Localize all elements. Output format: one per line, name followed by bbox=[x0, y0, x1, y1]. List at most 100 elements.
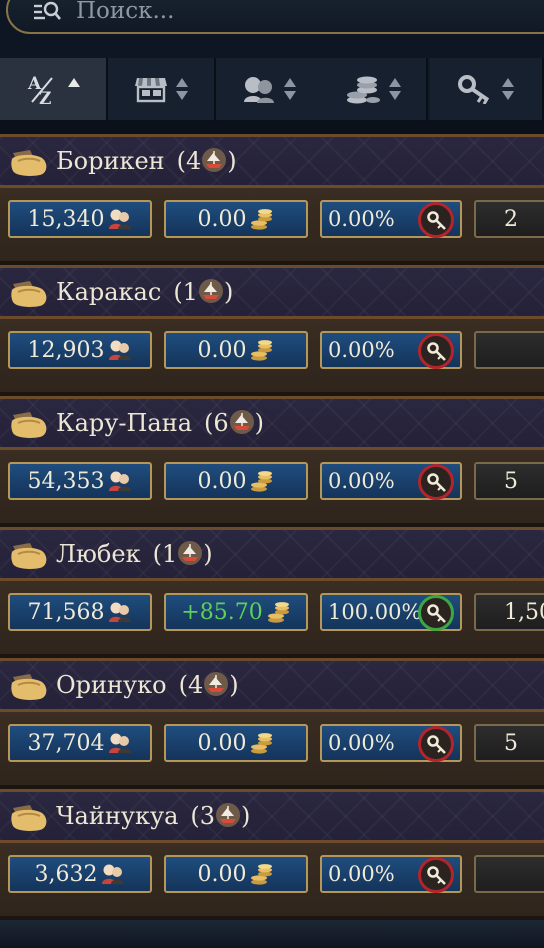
population-field[interactable]: 15,340 bbox=[8, 200, 152, 238]
people-icon bbox=[109, 471, 132, 491]
ship-icon bbox=[229, 410, 254, 434]
search-input[interactable]: Поиск... bbox=[76, 0, 174, 24]
sort-by-market-button[interactable] bbox=[108, 58, 216, 120]
colony-name: Каракас bbox=[56, 278, 162, 306]
share-value: 0.00% bbox=[328, 731, 395, 755]
colony-entry[interactable]: Каракас (1 ) 12,903 0.00 0.00% bbox=[0, 265, 544, 396]
share-field[interactable]: 0.00% bbox=[320, 200, 462, 238]
coins-icon bbox=[251, 340, 273, 361]
ship-count-close: ) bbox=[254, 409, 265, 437]
key-icon bbox=[458, 75, 490, 104]
ship-icon bbox=[198, 279, 223, 303]
population-field[interactable]: 3,632 bbox=[8, 855, 152, 893]
income-value: 0.00 bbox=[197, 730, 247, 756]
coins-icon bbox=[251, 209, 273, 230]
extra-value: 5 bbox=[504, 730, 518, 756]
ship-count: (4 bbox=[176, 147, 202, 175]
population-value: 37,704 bbox=[27, 730, 105, 756]
ship-count: (4 bbox=[178, 671, 204, 699]
extra-field[interactable] bbox=[474, 855, 544, 893]
population-field[interactable]: 54,353 bbox=[8, 462, 152, 500]
colony-entry[interactable]: Кару-Пана (6 ) 54,353 0.00 0.00% 5 bbox=[0, 396, 544, 527]
colony-header[interactable]: Борикен (4 ) bbox=[0, 134, 544, 188]
ship-count-close: ) bbox=[223, 278, 234, 306]
sort-by-name-button[interactable]: A Z bbox=[0, 58, 108, 120]
ship-icon bbox=[204, 672, 229, 696]
sort-direction-icon bbox=[176, 78, 188, 100]
share-field[interactable]: 0.00% bbox=[320, 855, 462, 893]
colony-header[interactable]: Оринуко (4 ) bbox=[0, 658, 544, 712]
access-key-badge[interactable] bbox=[418, 857, 454, 893]
colony-list: Борикен (4 ) 15,340 0.00 0.00% 2 Каракас… bbox=[0, 134, 544, 920]
extra-field[interactable]: 5 bbox=[474, 462, 544, 500]
colony-entry[interactable]: Чайнукуа (3 ) 3,632 0.00 0.00% bbox=[0, 789, 544, 920]
colony-entry[interactable]: Оринуко (4 ) 37,704 0.00 0.00% 5 bbox=[0, 658, 544, 789]
access-key-badge[interactable] bbox=[418, 464, 454, 500]
colony-entry[interactable]: Борикен (4 ) 15,340 0.00 0.00% 2 bbox=[0, 134, 544, 265]
population-field[interactable]: 71,568 bbox=[8, 593, 152, 631]
search-bar[interactable]: Поиск... bbox=[6, 0, 544, 34]
share-value: 0.00% bbox=[328, 469, 395, 493]
colony-header[interactable]: Любек (1 ) bbox=[0, 527, 544, 581]
cargo-bag-icon bbox=[11, 150, 47, 176]
extra-field[interactable] bbox=[474, 331, 544, 369]
population-field[interactable]: 37,704 bbox=[8, 724, 152, 762]
access-key-badge[interactable] bbox=[418, 726, 454, 762]
colony-entry[interactable]: Любек (1 ) 71,568 +85.70 100.00% 1,5 bbox=[0, 527, 544, 658]
colony-header[interactable]: Кару-Пана (6 ) bbox=[0, 396, 544, 450]
colony-name: Чайнукуа bbox=[56, 802, 179, 830]
access-key-badge[interactable] bbox=[418, 202, 454, 238]
alpha-sort-icon: A Z bbox=[27, 74, 53, 106]
ship-count: (1 bbox=[152, 540, 178, 568]
income-field[interactable]: 0.00 bbox=[164, 855, 308, 893]
income-field[interactable]: 0.00 bbox=[164, 331, 308, 369]
income-value: 0.00 bbox=[197, 861, 247, 887]
share-field[interactable]: 0.00% bbox=[320, 331, 462, 369]
people-icon bbox=[109, 602, 132, 622]
sort-by-population-button[interactable] bbox=[216, 58, 324, 120]
sort-by-access-button[interactable] bbox=[430, 58, 544, 120]
sort-by-money-button[interactable] bbox=[320, 58, 428, 120]
income-field[interactable]: +85.70 bbox=[164, 593, 308, 631]
sort-bar: A Z bbox=[0, 58, 544, 120]
cargo-bag-icon bbox=[11, 543, 47, 569]
income-value: 0.00 bbox=[197, 337, 247, 363]
share-value: 100.00% bbox=[328, 600, 422, 624]
sort-direction-icon bbox=[389, 78, 401, 100]
list-footer bbox=[0, 920, 544, 948]
ship-count-close: ) bbox=[227, 147, 237, 175]
cargo-bag-icon bbox=[11, 281, 47, 307]
extra-field[interactable]: 2 bbox=[474, 200, 544, 238]
coins-icon bbox=[251, 864, 273, 885]
key-icon bbox=[427, 473, 446, 492]
sort-direction-icon bbox=[284, 78, 296, 100]
share-field[interactable]: 0.00% bbox=[320, 724, 462, 762]
ship-count: (6 bbox=[204, 409, 229, 437]
access-key-badge[interactable] bbox=[418, 333, 454, 369]
population-value: 3,632 bbox=[34, 861, 98, 887]
income-field[interactable]: 0.00 bbox=[164, 724, 308, 762]
population-value: 15,340 bbox=[27, 206, 105, 232]
access-key-badge[interactable] bbox=[418, 595, 454, 631]
colony-header[interactable]: Чайнукуа (3 ) bbox=[0, 789, 544, 843]
extra-field[interactable]: 5 bbox=[474, 724, 544, 762]
income-field[interactable]: 0.00 bbox=[164, 462, 308, 500]
key-icon bbox=[427, 735, 446, 754]
income-field[interactable]: 0.00 bbox=[164, 200, 308, 238]
share-field[interactable]: 100.00% bbox=[320, 593, 462, 631]
population-field[interactable]: 12,903 bbox=[8, 331, 152, 369]
people-icon bbox=[109, 340, 132, 360]
income-value: 0.00 bbox=[197, 206, 247, 232]
population-value: 71,568 bbox=[27, 599, 105, 625]
share-field[interactable]: 0.00% bbox=[320, 462, 462, 500]
colony-header[interactable]: Каракас (1 ) bbox=[0, 265, 544, 319]
colony-stats-row: 15,340 0.00 0.00% 2 bbox=[0, 188, 544, 265]
cargo-bag-icon bbox=[11, 412, 47, 438]
ship-icon bbox=[216, 803, 241, 827]
colony-stats-row: 12,903 0.00 0.00% bbox=[0, 319, 544, 396]
ship-icon bbox=[178, 541, 203, 565]
extra-field[interactable]: 1,50 bbox=[474, 593, 544, 631]
coins-icon bbox=[251, 733, 273, 754]
ship-count-close: ) bbox=[241, 802, 251, 830]
colony-stats-row: 71,568 +85.70 100.00% 1,5 bbox=[0, 581, 544, 658]
